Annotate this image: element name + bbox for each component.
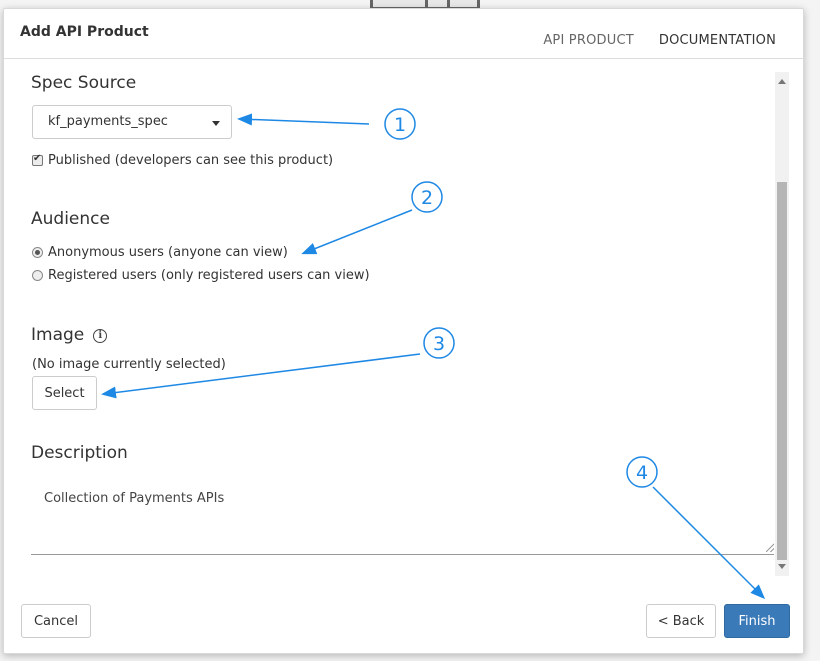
audience-heading: Audience	[31, 209, 110, 229]
caret-down-icon	[212, 121, 220, 126]
dialog-tabs: API PRODUCT DOCUMENTATION	[531, 29, 789, 59]
back-button[interactable]: < Back	[646, 604, 716, 638]
audience-option-registered[interactable]: Registered users (only registered users …	[32, 268, 370, 283]
tab-documentation[interactable]: DOCUMENTATION	[645, 29, 789, 59]
dialog-content: Spec Source kf_payments_spec Published (…	[4, 59, 774, 579]
registered-radio[interactable]	[32, 270, 43, 281]
dialog-title: Add API Product	[20, 24, 149, 40]
add-api-product-dialog: Add API Product API PRODUCT DOCUMENTATIO…	[3, 8, 804, 654]
spec-source-selected-value: kf_payments_spec	[48, 114, 168, 129]
anonymous-radio[interactable]	[32, 247, 43, 258]
description-underline	[31, 554, 774, 555]
spec-source-heading: Spec Source	[31, 73, 137, 93]
anonymous-label: Anonymous users (anyone can view)	[48, 245, 288, 260]
published-checkbox[interactable]	[32, 153, 43, 166]
image-heading-row: Image i	[31, 325, 108, 345]
textarea-resize-handle[interactable]	[766, 543, 774, 552]
cancel-button[interactable]: Cancel	[21, 604, 91, 638]
info-icon[interactable]: i	[93, 329, 108, 343]
registered-label: Registered users (only registered users …	[48, 268, 370, 283]
audience-option-anonymous[interactable]: Anonymous users (anyone can view)	[32, 245, 288, 260]
tab-api-product[interactable]: API PRODUCT	[531, 29, 646, 59]
image-status: (No image currently selected)	[32, 357, 226, 372]
description-heading: Description	[31, 443, 128, 463]
scroll-thumb[interactable]	[777, 182, 787, 560]
content-scrollbar[interactable]	[775, 72, 789, 576]
scroll-up-icon[interactable]	[778, 79, 786, 84]
published-label: Published (developers can see this produ…	[48, 153, 334, 168]
spec-source-select[interactable]: kf_payments_spec	[32, 105, 232, 139]
select-image-button[interactable]: Select	[32, 376, 97, 410]
scroll-down-icon[interactable]	[778, 564, 786, 569]
finish-button[interactable]: Finish	[724, 604, 790, 638]
description-textarea[interactable]: Collection of Payments APIs	[44, 491, 224, 506]
published-checkbox-row[interactable]: Published (developers can see this produ…	[32, 153, 333, 168]
image-heading: Image	[31, 325, 85, 345]
